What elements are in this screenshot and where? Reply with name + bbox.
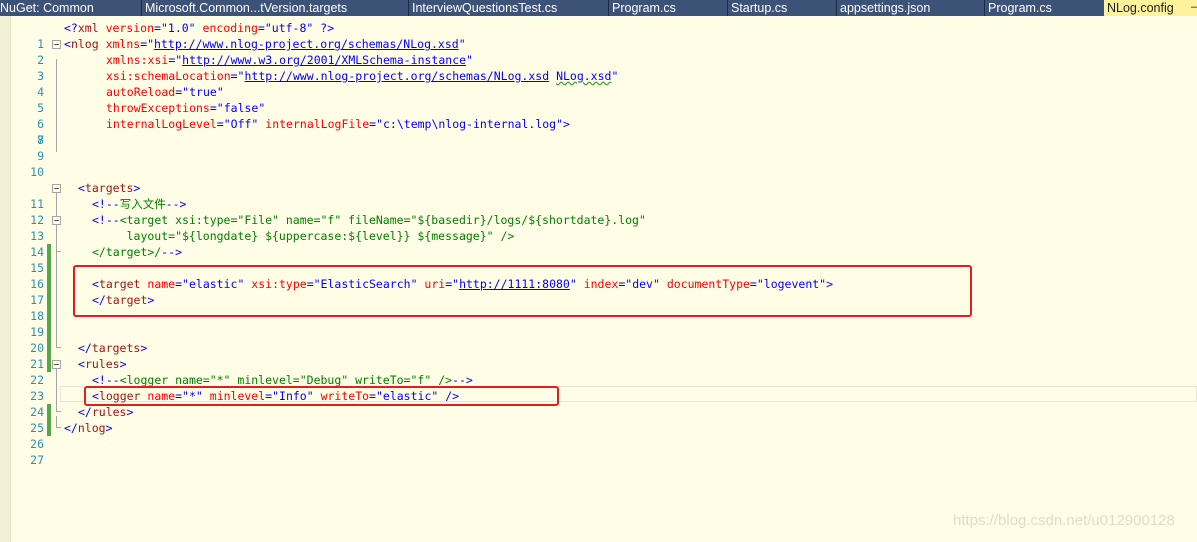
code-line[interactable]: 8 bbox=[0, 132, 1197, 148]
code-text: </rules> bbox=[78, 405, 134, 419]
code-text: <!--写入文件--> bbox=[92, 197, 187, 211]
tab-microsoft-common-targets[interactable]: Microsoft.Common...tVersion.targets bbox=[142, 0, 409, 16]
code-line[interactable]: 15 </target>/--> bbox=[0, 244, 1197, 292]
code-text: </nlog> bbox=[64, 421, 113, 435]
tab-nlog-config[interactable]: NLog.config bbox=[1104, 0, 1197, 16]
code-editor[interactable]: 1 <?xml version="1.0" encoding="utf-8" ?… bbox=[0, 16, 1197, 542]
tab-label: NuGet: Common bbox=[0, 1, 94, 15]
code-text: </targets> bbox=[78, 341, 148, 355]
code-text: </target>/--> bbox=[92, 245, 183, 259]
line-number: 9 bbox=[37, 149, 44, 163]
tab-program-cs-2[interactable]: Program.cs bbox=[985, 0, 1104, 16]
highlight-box-elastic-target bbox=[73, 265, 972, 317]
highlight-box-logger-rule bbox=[84, 386, 559, 406]
code-text: xsi:schemaLocation="http://www.nlog-proj… bbox=[106, 69, 619, 83]
code-line[interactable]: 12 <!--写入文件--> bbox=[0, 196, 1197, 227]
line-number: 10 bbox=[30, 165, 44, 179]
collapse-toggle-icon[interactable] bbox=[52, 216, 61, 225]
tab-label: InterviewQuestionsTest.cs bbox=[412, 1, 558, 15]
code-line[interactable]: 21 </targets> bbox=[0, 340, 1197, 371]
code-text: <!--<target xsi:type="File" name="f" fil… bbox=[92, 213, 646, 227]
code-text: <?xml version="1.0" encoding="utf-8" ?> bbox=[64, 21, 335, 35]
code-line[interactable]: 2 <nlog xmlns="http://www.nlog-project.o… bbox=[0, 36, 1197, 67]
tab-label: Program.cs bbox=[988, 1, 1052, 15]
code-line[interactable]: 5 autoReload="true" bbox=[0, 84, 1197, 115]
code-text: xmlns:xsi="http://www.w3.org/2001/XMLSch… bbox=[106, 53, 473, 67]
code-line[interactable]: 11 <targets> bbox=[0, 180, 1197, 211]
tab-startup-cs[interactable]: Startup.cs bbox=[728, 0, 837, 16]
collapse-toggle-icon[interactable] bbox=[52, 184, 61, 193]
document-tab-strip: NuGet: Common Microsoft.Common...tVersio… bbox=[0, 0, 1197, 16]
tab-label: Startup.cs bbox=[731, 1, 788, 15]
code-line[interactable]: 9 bbox=[0, 148, 1197, 164]
code-line[interactable]: 26 </nlog> bbox=[0, 420, 1197, 451]
code-line[interactable]: 3 xmlns:xsi="http://www.w3.org/2001/XMLS… bbox=[0, 52, 1197, 83]
code-line[interactable]: 22 <rules> bbox=[0, 356, 1197, 387]
code-line[interactable]: 14 layout="${longdate} ${uppercase:${lev… bbox=[0, 228, 1197, 276]
code-text: autoReload="true" bbox=[106, 85, 224, 99]
tab-label: Microsoft.Common...tVersion.targets bbox=[145, 1, 348, 15]
tab-appsettings-json[interactable]: appsettings.json bbox=[837, 0, 985, 16]
code-line[interactable]: 4 xsi:schemaLocation="http://www.nlog-pr… bbox=[0, 68, 1197, 99]
code-line[interactable]: 13 <!--<target xsi:type="File" name="f" … bbox=[0, 212, 1197, 260]
code-text: internalLogLevel="Off" internalLogFile="… bbox=[106, 117, 570, 131]
code-text: <nlog xmlns="http://www.nlog-project.org… bbox=[64, 37, 466, 51]
tab-label: Program.cs bbox=[612, 1, 676, 15]
tab-program-cs[interactable]: Program.cs bbox=[609, 0, 728, 16]
tab-label: appsettings.json bbox=[840, 1, 931, 15]
collapse-toggle-icon[interactable] bbox=[52, 360, 61, 369]
code-text: throwExceptions="false" bbox=[106, 101, 266, 115]
code-line[interactable]: 7 internalLogLevel="Off" internalLogFile… bbox=[0, 116, 1197, 147]
watermark: https://blog.csdn.net/u012900128 bbox=[953, 512, 1175, 529]
tab-label: NLog.config bbox=[1107, 1, 1174, 15]
code-line[interactable]: 1 <?xml version="1.0" encoding="utf-8" ?… bbox=[0, 20, 1197, 51]
tab-interviewquestionstest-cs[interactable]: InterviewQuestionsTest.cs bbox=[409, 0, 609, 16]
pin-icon[interactable]: ⊣ bbox=[1190, 1, 1197, 14]
code-line[interactable]: 20 bbox=[0, 324, 1197, 372]
code-line[interactable]: 10 bbox=[0, 164, 1197, 180]
line-number: 8 bbox=[37, 133, 44, 147]
code-text: <rules> bbox=[78, 357, 127, 371]
collapse-toggle-icon[interactable] bbox=[52, 40, 61, 49]
line-number: 27 bbox=[30, 453, 44, 467]
code-line[interactable]: 25 </rules> bbox=[0, 404, 1197, 435]
tab-nuget-common[interactable]: NuGet: Common bbox=[0, 0, 142, 16]
code-line[interactable]: 6 throwExceptions="false" bbox=[0, 100, 1197, 131]
code-text: <targets> bbox=[78, 181, 141, 195]
code-line[interactable]: 27 bbox=[0, 436, 1197, 467]
code-text: layout="${longdate} ${uppercase:${level}… bbox=[92, 229, 515, 243]
